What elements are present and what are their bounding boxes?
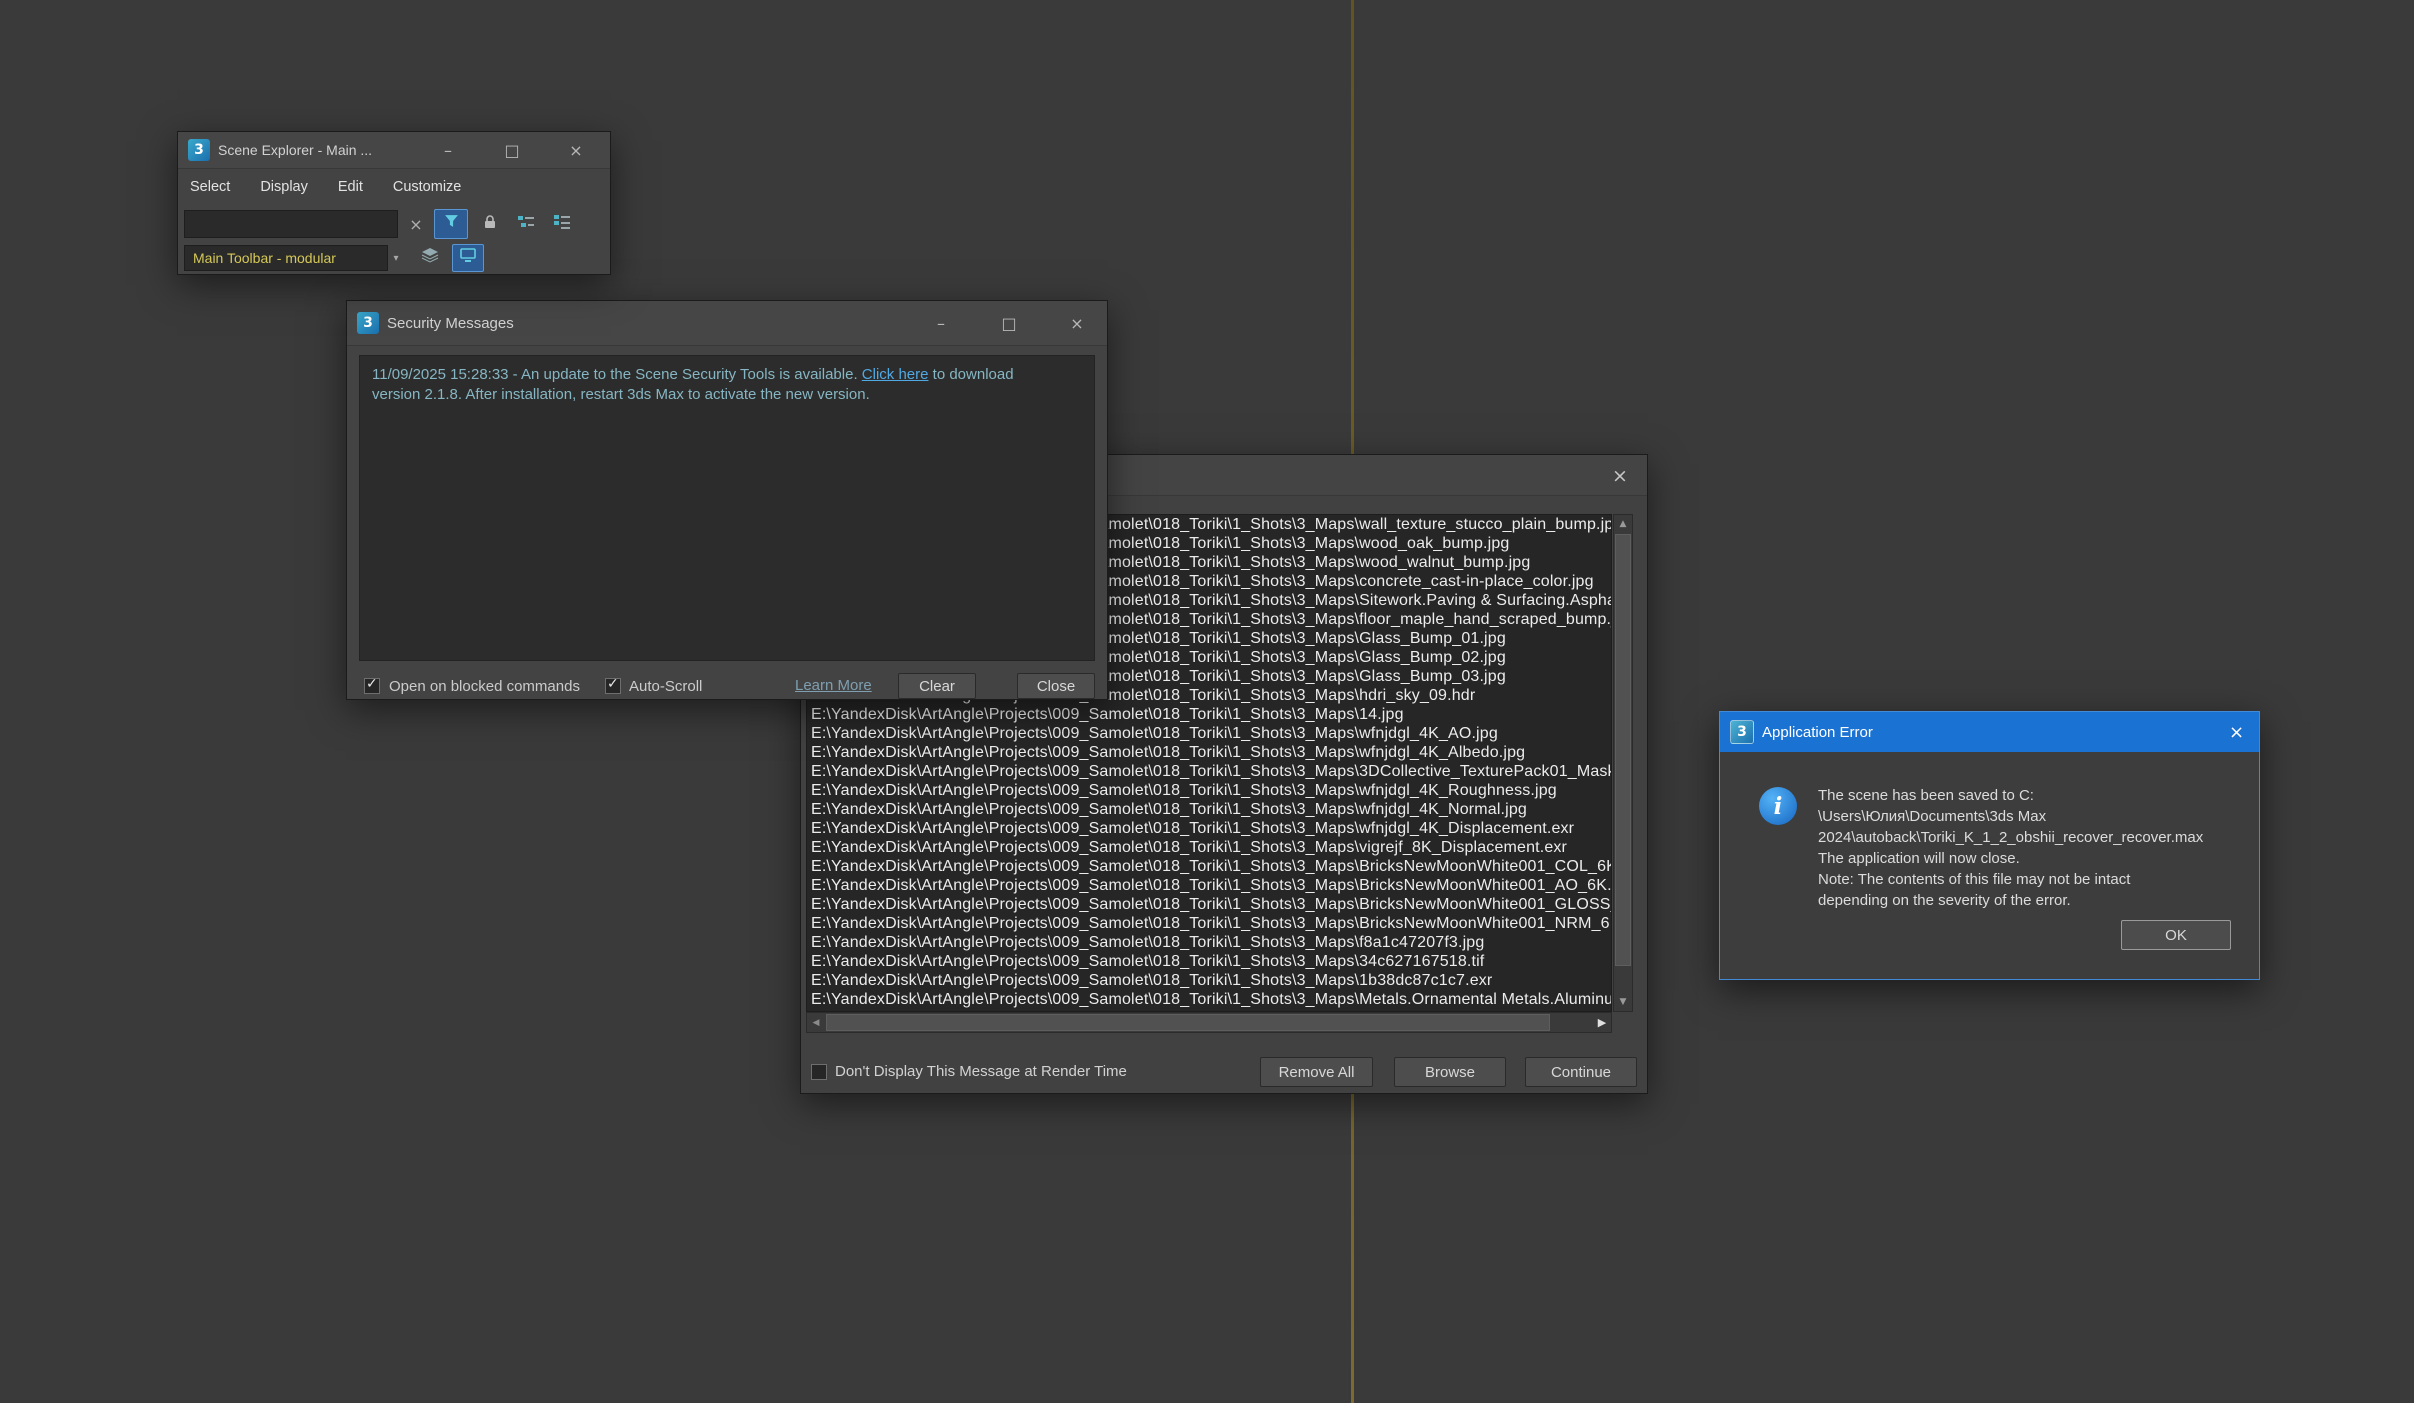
scene-explorer-toolbar: × <box>184 208 584 240</box>
browse-button[interactable]: Browse <box>1394 1057 1506 1087</box>
scene-explorer-window: Scene Explorer - Main ... – □ × Select D… <box>177 131 611 275</box>
layers-button[interactable] <box>416 244 444 272</box>
dialog-title: Application Error <box>1762 724 1873 741</box>
ok-button[interactable]: OK <box>2121 920 2231 950</box>
close-dialog-button[interactable]: Close <box>1017 673 1095 699</box>
search-input[interactable] <box>184 210 398 238</box>
auto-scroll-label: Auto-Scroll <box>629 678 702 695</box>
minimize-button[interactable]: – <box>927 311 955 335</box>
vertical-scroll-thumb[interactable] <box>1615 534 1631 966</box>
file-path-row[interactable]: E:\YandexDisk\ArtAngle\Projects\009_Samo… <box>807 933 1611 952</box>
info-icon: i <box>1759 787 1797 825</box>
maximize-button[interactable]: □ <box>498 138 526 162</box>
3ds-max-icon <box>357 312 379 334</box>
scene-explorer-menubar: Select Display Edit Customize <box>190 172 461 202</box>
monitor-icon <box>460 248 476 268</box>
close-button[interactable]: × <box>1063 311 1091 335</box>
funnel-icon <box>443 213 460 235</box>
layers-icon <box>421 248 439 268</box>
menu-customize[interactable]: Customize <box>393 179 462 195</box>
file-path-row[interactable]: E:\YandexDisk\ArtAngle\Projects\009_Samo… <box>807 743 1611 762</box>
lock-selection-button[interactable] <box>476 210 504 238</box>
file-path-row[interactable]: E:\YandexDisk\ArtAngle\Projects\009_Samo… <box>807 990 1611 1009</box>
list-view-button[interactable] <box>548 210 576 238</box>
maximize-button[interactable]: □ <box>995 311 1023 335</box>
file-path-row[interactable]: E:\YandexDisk\ArtAngle\Projects\009_Samo… <box>807 838 1611 857</box>
file-path-row[interactable]: E:\YandexDisk\ArtAngle\Projects\009_Samo… <box>807 876 1611 895</box>
open-on-blocked-label: Open on blocked commands <box>389 678 580 695</box>
window-title: Scene Explorer - Main ... <box>218 142 372 158</box>
clear-button[interactable]: Clear <box>898 673 976 699</box>
horizontal-scroll-thumb[interactable] <box>826 1014 1550 1031</box>
horizontal-scrollbar[interactable]: ◀ ▶ <box>806 1012 1612 1033</box>
scroll-down-icon[interactable]: ▼ <box>1614 993 1632 1011</box>
vertical-scrollbar[interactable]: ▲ ▼ <box>1613 514 1633 1012</box>
application-error-titlebar[interactable]: Application Error × <box>1720 712 2259 752</box>
lock-icon <box>482 214 498 235</box>
file-path-row[interactable]: E:\YandexDisk\ArtAngle\Projects\009_Samo… <box>807 914 1611 933</box>
file-path-row[interactable]: E:\YandexDisk\ArtAngle\Projects\009_Samo… <box>807 762 1611 781</box>
file-path-row[interactable]: E:\YandexDisk\ArtAngle\Projects\009_Samo… <box>807 971 1611 990</box>
security-messages-window: Security Messages – □ × 11/09/2025 15:28… <box>346 300 1108 700</box>
display-toggle-button[interactable] <box>452 244 484 272</box>
error-message: The scene has been saved to C: \Users\Юл… <box>1818 785 2242 911</box>
dont-display-label: Don't Display This Message at Render Tim… <box>835 1063 1127 1080</box>
scene-explorer-titlebar[interactable]: Scene Explorer - Main ... – □ × <box>178 132 610 169</box>
3ds-max-icon <box>1730 720 1754 744</box>
continue-button[interactable]: Continue <box>1525 1057 1637 1087</box>
menu-edit[interactable]: Edit <box>338 179 363 195</box>
desktop: × E:\YandexDisk\ArtAngle\Projects\009_Sa… <box>0 0 2414 1403</box>
security-messages-titlebar[interactable]: Security Messages – □ × <box>347 301 1107 346</box>
window-title: Security Messages <box>387 315 514 332</box>
chevron-down-icon[interactable]: ▾ <box>388 245 404 271</box>
security-message-line2: version 2.1.8. After installation, resta… <box>372 385 1082 405</box>
scene-explorer-toolbar-row2: Main Toolbar - modular ▾ <box>184 244 492 272</box>
minimize-button[interactable]: – <box>434 138 462 162</box>
3ds-max-icon <box>188 139 210 161</box>
open-on-blocked-checkbox[interactable] <box>364 678 380 694</box>
file-path-row[interactable]: E:\YandexDisk\ArtAngle\Projects\009_Samo… <box>807 895 1611 914</box>
tree-view-button[interactable] <box>512 210 540 238</box>
menu-select[interactable]: Select <box>190 179 230 195</box>
file-path-row[interactable]: E:\YandexDisk\ArtAngle\Projects\009_Samo… <box>807 952 1611 971</box>
scroll-up-icon[interactable]: ▲ <box>1614 515 1632 533</box>
close-button[interactable]: × <box>562 138 590 162</box>
toolbar-selector-value: Main Toolbar - modular <box>193 250 336 266</box>
filter-button[interactable] <box>434 209 468 239</box>
file-path-row[interactable]: E:\YandexDisk\ArtAngle\Projects\009_Samo… <box>807 800 1611 819</box>
security-message-log: 11/09/2025 15:28:33 - An update to the S… <box>359 355 1095 661</box>
auto-scroll-checkbox[interactable] <box>605 678 621 694</box>
file-path-row[interactable]: E:\YandexDisk\ArtAngle\Projects\009_Samo… <box>807 724 1611 743</box>
clear-search-icon[interactable]: × <box>406 215 426 234</box>
file-path-row[interactable]: E:\YandexDisk\ArtAngle\Projects\009_Samo… <box>807 781 1611 800</box>
file-path-row[interactable]: E:\YandexDisk\ArtAngle\Projects\009_Samo… <box>807 857 1611 876</box>
close-icon[interactable]: × <box>1605 463 1635 489</box>
hierarchy-icon <box>517 214 535 235</box>
toolbar-selector[interactable]: Main Toolbar - modular <box>184 245 388 271</box>
file-path-row[interactable]: E:\YandexDisk\ArtAngle\Projects\009_Samo… <box>807 819 1611 838</box>
scroll-left-icon[interactable]: ◀ <box>807 1013 825 1032</box>
application-error-dialog: Application Error × i The scene has been… <box>1719 711 2260 980</box>
security-message-line1: 11/09/2025 15:28:33 - An update to the S… <box>372 365 1082 385</box>
file-path-row[interactable]: E:\YandexDisk\ArtAngle\Projects\009_Samo… <box>807 705 1611 724</box>
learn-more-link[interactable]: Learn More <box>795 677 872 694</box>
dont-display-checkbox[interactable] <box>811 1064 827 1080</box>
close-icon[interactable]: × <box>2214 712 2259 752</box>
scroll-right-icon[interactable]: ▶ <box>1593 1013 1611 1032</box>
menu-display[interactable]: Display <box>260 179 308 195</box>
remove-all-button[interactable]: Remove All <box>1260 1057 1373 1087</box>
click-here-link[interactable]: Click here <box>862 366 929 383</box>
flat-list-icon <box>553 214 571 235</box>
